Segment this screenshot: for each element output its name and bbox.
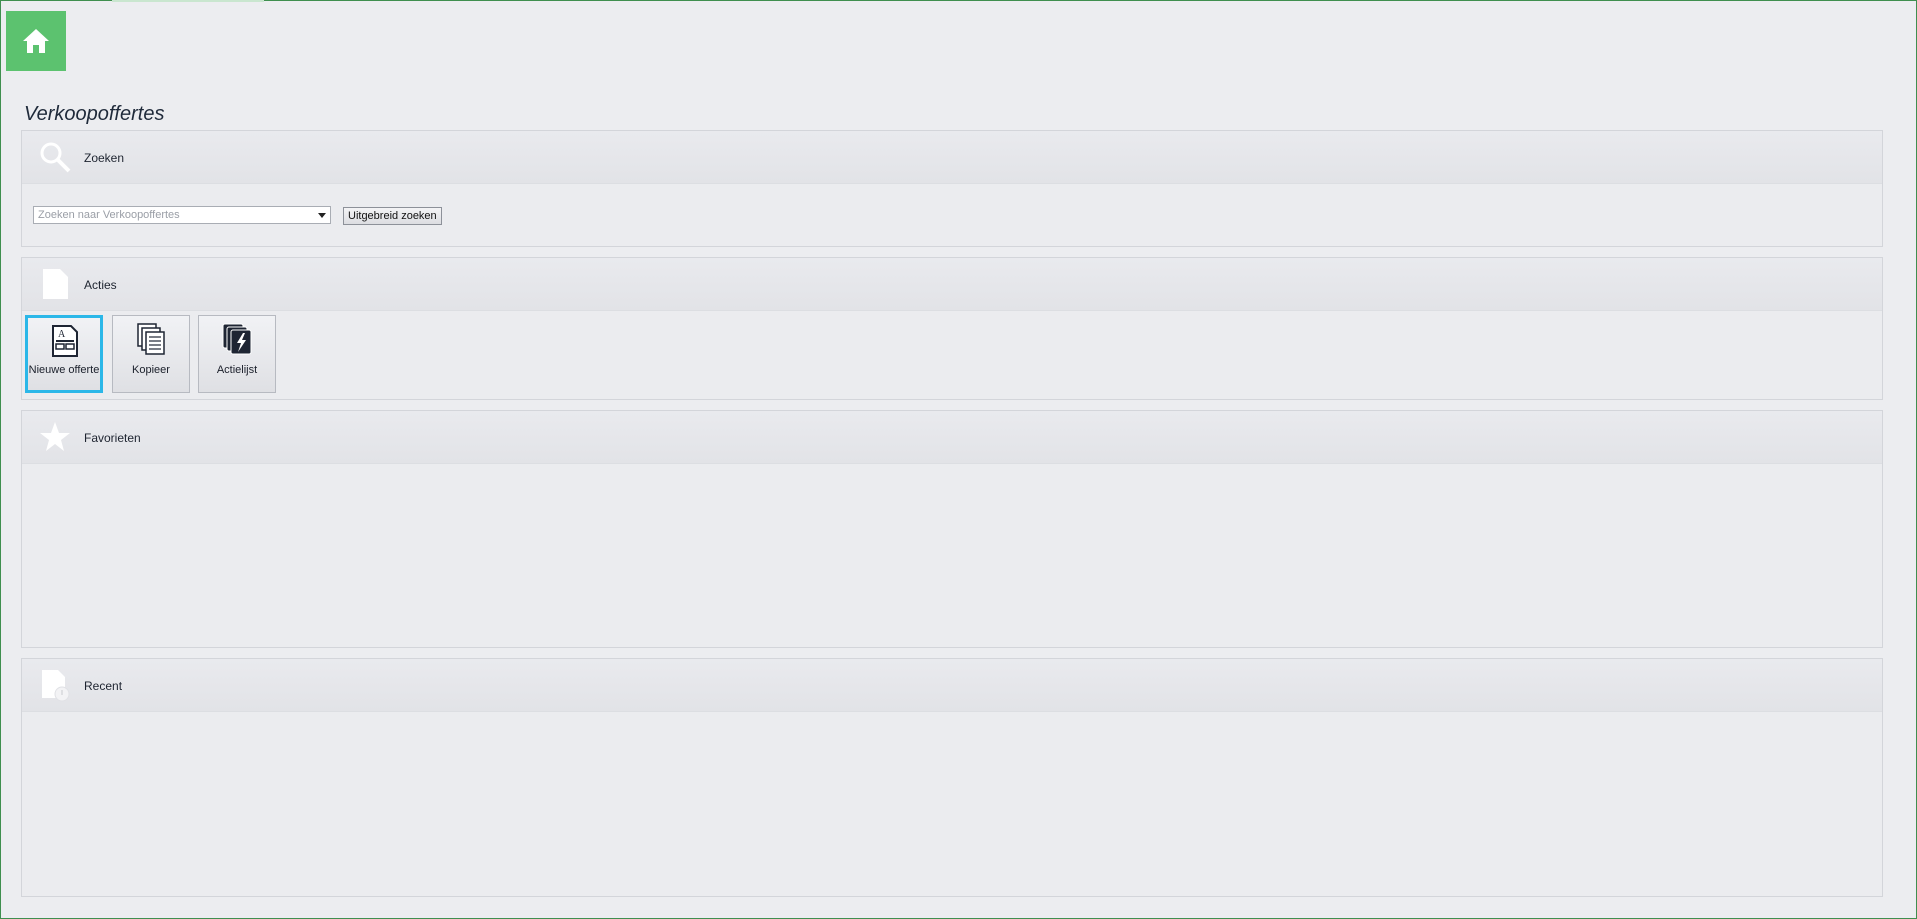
copy-label: Kopieer [132, 364, 170, 376]
actions-panel-header: Acties [22, 258, 1882, 311]
actions-body: A Nieuwe offerte Kopieer Actielijst [22, 311, 1882, 399]
search-placeholder: Zoeken naar Verkoopoffertes [38, 209, 180, 221]
star-icon [40, 422, 70, 451]
search-panel-title: Zoeken [84, 151, 125, 165]
favorites-panel-title: Favorieten [84, 431, 141, 445]
document-icon [43, 269, 68, 299]
recent-panel-title: Recent [84, 679, 123, 693]
svg-text:A: A [58, 329, 66, 340]
new-quote-button[interactable]: A Nieuwe offerte [25, 315, 103, 393]
chevron-down-icon[interactable] [318, 213, 326, 218]
search-input[interactable]: Zoeken naar Verkoopoffertes [33, 206, 331, 224]
action-list-icon [222, 323, 252, 355]
actions-panel: Acties A Nieuwe offerte Kopieer Actielij… [21, 257, 1883, 400]
new-quote-icon: A [52, 325, 78, 357]
actions-panel-title: Acties [84, 278, 117, 292]
page-title: Verkoopoffertes [24, 103, 165, 125]
favorites-panel: Favorieten [21, 410, 1883, 648]
action-list-label: Actielijst [216, 364, 258, 376]
search-panel-header: Zoeken [22, 131, 1882, 184]
home-button[interactable] [6, 11, 66, 71]
search-panel: Zoeken Zoeken naar Verkoopoffertes Uitge… [21, 130, 1883, 247]
recent-panel-header: Recent [22, 659, 1882, 712]
recent-document-icon [42, 670, 70, 702]
copy-button[interactable]: Kopieer [112, 315, 190, 393]
new-quote-label: Nieuwe offerte [28, 364, 100, 376]
recent-body [22, 712, 1882, 897]
search-body: Zoeken naar Verkoopoffertes Uitgebreid z… [22, 184, 1882, 246]
action-list-button[interactable]: Actielijst [198, 315, 276, 393]
top-accent-bar [112, 0, 264, 2]
favorites-panel-header: Favorieten [22, 411, 1882, 464]
favorites-body [22, 464, 1882, 648]
copy-icon [137, 323, 165, 355]
recent-panel: Recent [21, 658, 1883, 897]
advanced-search-button[interactable]: Uitgebreid zoeken [343, 207, 442, 225]
search-icon [40, 142, 71, 173]
home-icon [23, 29, 49, 53]
